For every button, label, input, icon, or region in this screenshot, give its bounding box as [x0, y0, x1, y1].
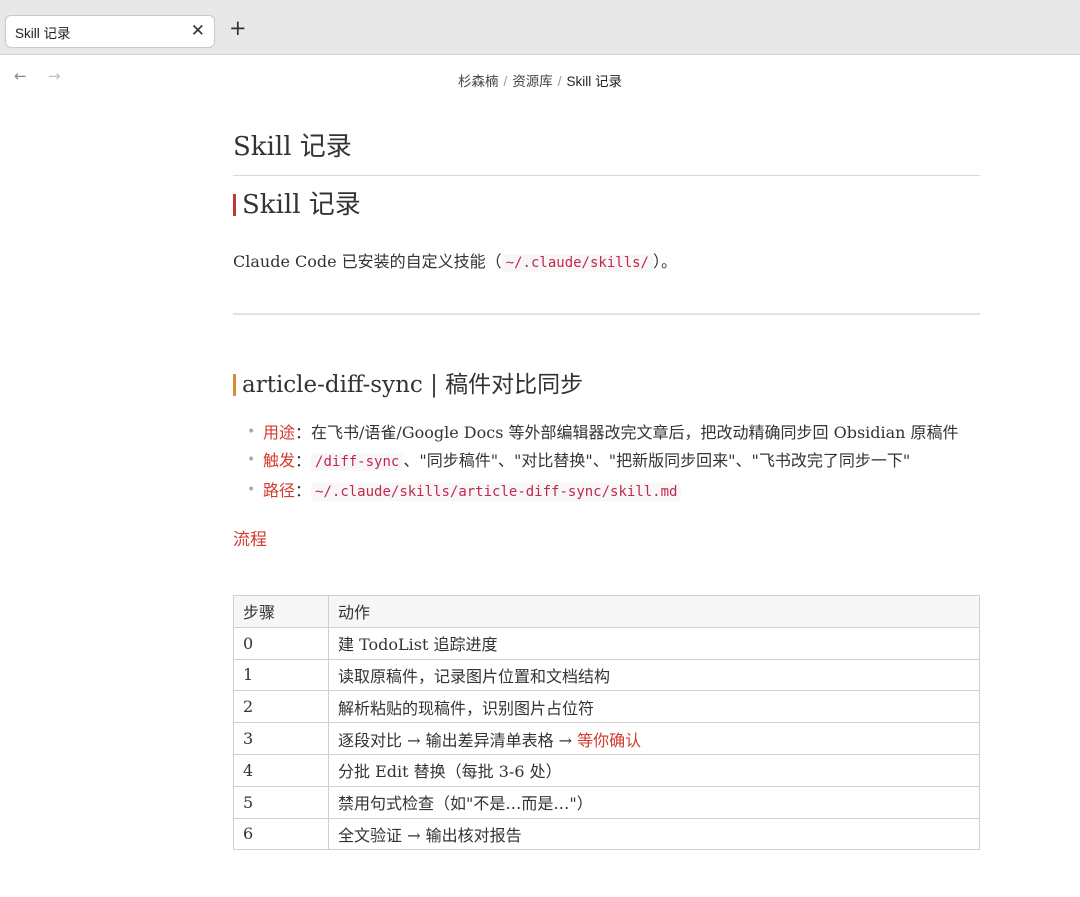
- list-item-purpose: 用途：在飞书/语雀/Google Docs 等外部编辑器改完文章后，把改动精确同…: [233, 420, 980, 445]
- table-row: 3 逐段对比 → 输出差异清单表格 → 等你确认: [233, 722, 980, 755]
- intro-code: ~/.claude/skills/: [501, 254, 653, 272]
- step-cell: 0: [233, 626, 329, 660]
- trigger-code: /diff-sync: [311, 453, 404, 471]
- action-cell: 读取原稿件，记录图片位置和文档结构: [328, 658, 980, 692]
- heading-marker: [233, 194, 236, 216]
- action-cell: 全文验证 → 输出核对报告: [328, 817, 980, 851]
- list-colon: ：: [295, 481, 312, 500]
- action-cell: 逐段对比 → 输出差异清单表格 → 等你确认: [328, 722, 980, 755]
- path-code: ~/.claude/skills/article-diff-sync/skill…: [311, 483, 682, 501]
- step-cell: 1: [233, 658, 329, 692]
- table-row: 5 禁用句式检查（如"不是…而是…"）: [233, 785, 980, 819]
- heading-text: Skill 记录: [242, 190, 361, 220]
- table-row: 6 全文验证 → 输出核对报告: [233, 817, 980, 851]
- step-cell: 6: [233, 817, 329, 851]
- tab-title: Skill 记录: [15, 25, 71, 41]
- action-text: 逐段对比 → 输出差异清单表格 →: [338, 730, 578, 750]
- list-text: 、"同步稿件"、"对比替换"、"把新版同步回来"、"飞书改完了同步一下": [403, 451, 911, 470]
- list-colon: ：: [295, 423, 312, 442]
- table-row: 1 读取原稿件，记录图片位置和文档结构: [233, 658, 980, 692]
- breadcrumb-item-library[interactable]: 资源库: [512, 74, 553, 89]
- tab-bar: Skill 记录 ✕ +: [0, 0, 1080, 55]
- section-heading-text: article-diff-sync | 稿件对比同步: [242, 372, 584, 398]
- intro-paragraph: Claude Code 已安装的自定义技能（ ~/.claude/skills/）…: [233, 250, 980, 275]
- table-row: 2 解析粘贴的现稿件，识别图片占位符: [233, 690, 980, 724]
- list-key: 用途: [263, 423, 296, 442]
- intro-text-end: ）。: [652, 252, 677, 271]
- breadcrumb-separator: /: [503, 74, 508, 89]
- step-cell: 3: [233, 722, 329, 755]
- flow-label: 流程: [233, 530, 267, 550]
- heading-marker: [233, 374, 236, 396]
- skill-info-list: 用途：在飞书/语雀/Google Docs 等外部编辑器改完文章后，把改动精确同…: [233, 420, 980, 505]
- list-key: 路径: [263, 481, 296, 500]
- tab-skill-record[interactable]: Skill 记录 ✕: [5, 15, 215, 48]
- table-header-step: 步骤: [233, 595, 329, 628]
- highlight-text: 等你确认: [577, 730, 642, 750]
- table-header-row: 步骤 动作: [233, 595, 980, 628]
- breadcrumb: 杉森楠 / 资源库 / Skill 记录: [0, 70, 1080, 90]
- breadcrumb-item-current: Skill 记录: [566, 74, 623, 89]
- list-item-trigger: 触发：/diff-sync、"同步稿件"、"对比替换"、"把新版同步回来"、"飞…: [233, 448, 980, 475]
- step-cell: 2: [233, 690, 329, 724]
- action-cell: 建 TodoList 追踪进度: [328, 626, 980, 660]
- step-cell: 4: [233, 753, 329, 787]
- section-heading: article-diff-sync | 稿件对比同步: [233, 368, 980, 402]
- heading-skill-record: Skill 记录: [233, 186, 980, 224]
- breadcrumb-item-author[interactable]: 杉森楠: [458, 74, 499, 89]
- new-tab-icon[interactable]: +: [229, 18, 247, 39]
- action-cell: 解析粘贴的现稿件，识别图片占位符: [328, 690, 980, 724]
- action-cell: 禁用句式检查（如"不是…而是…"）: [328, 785, 980, 819]
- list-key: 触发: [263, 451, 296, 470]
- intro-text: Claude Code 已安装的自定义技能（: [233, 252, 502, 271]
- document-content: Skill 记录 Skill 记录 Claude Code 已安装的自定义技能（…: [233, 128, 980, 851]
- divider: [233, 313, 980, 315]
- action-cell: 分批 Edit 替换（每批 3-6 处）: [328, 753, 980, 787]
- table-header-action: 动作: [328, 595, 980, 628]
- close-icon[interactable]: ✕: [191, 23, 205, 40]
- table-row: 4 分批 Edit 替换（每批 3-6 处）: [233, 753, 980, 787]
- list-colon: ：: [295, 451, 312, 470]
- table-row: 0建 TodoList 追踪进度: [233, 626, 980, 660]
- breadcrumb-separator: /: [557, 74, 562, 89]
- list-text: 在飞书/语雀/Google Docs 等外部编辑器改完文章后，把改动精确同步回 …: [311, 423, 959, 442]
- step-cell: 5: [233, 785, 329, 819]
- steps-table: 步骤 动作 0建 TodoList 追踪进度 1 读取原稿件，记录图片位置和文档结…: [233, 595, 980, 851]
- list-item-path: 路径：~/.claude/skills/article-diff-sync/sk…: [233, 478, 980, 505]
- page-title: Skill 记录: [233, 128, 980, 176]
